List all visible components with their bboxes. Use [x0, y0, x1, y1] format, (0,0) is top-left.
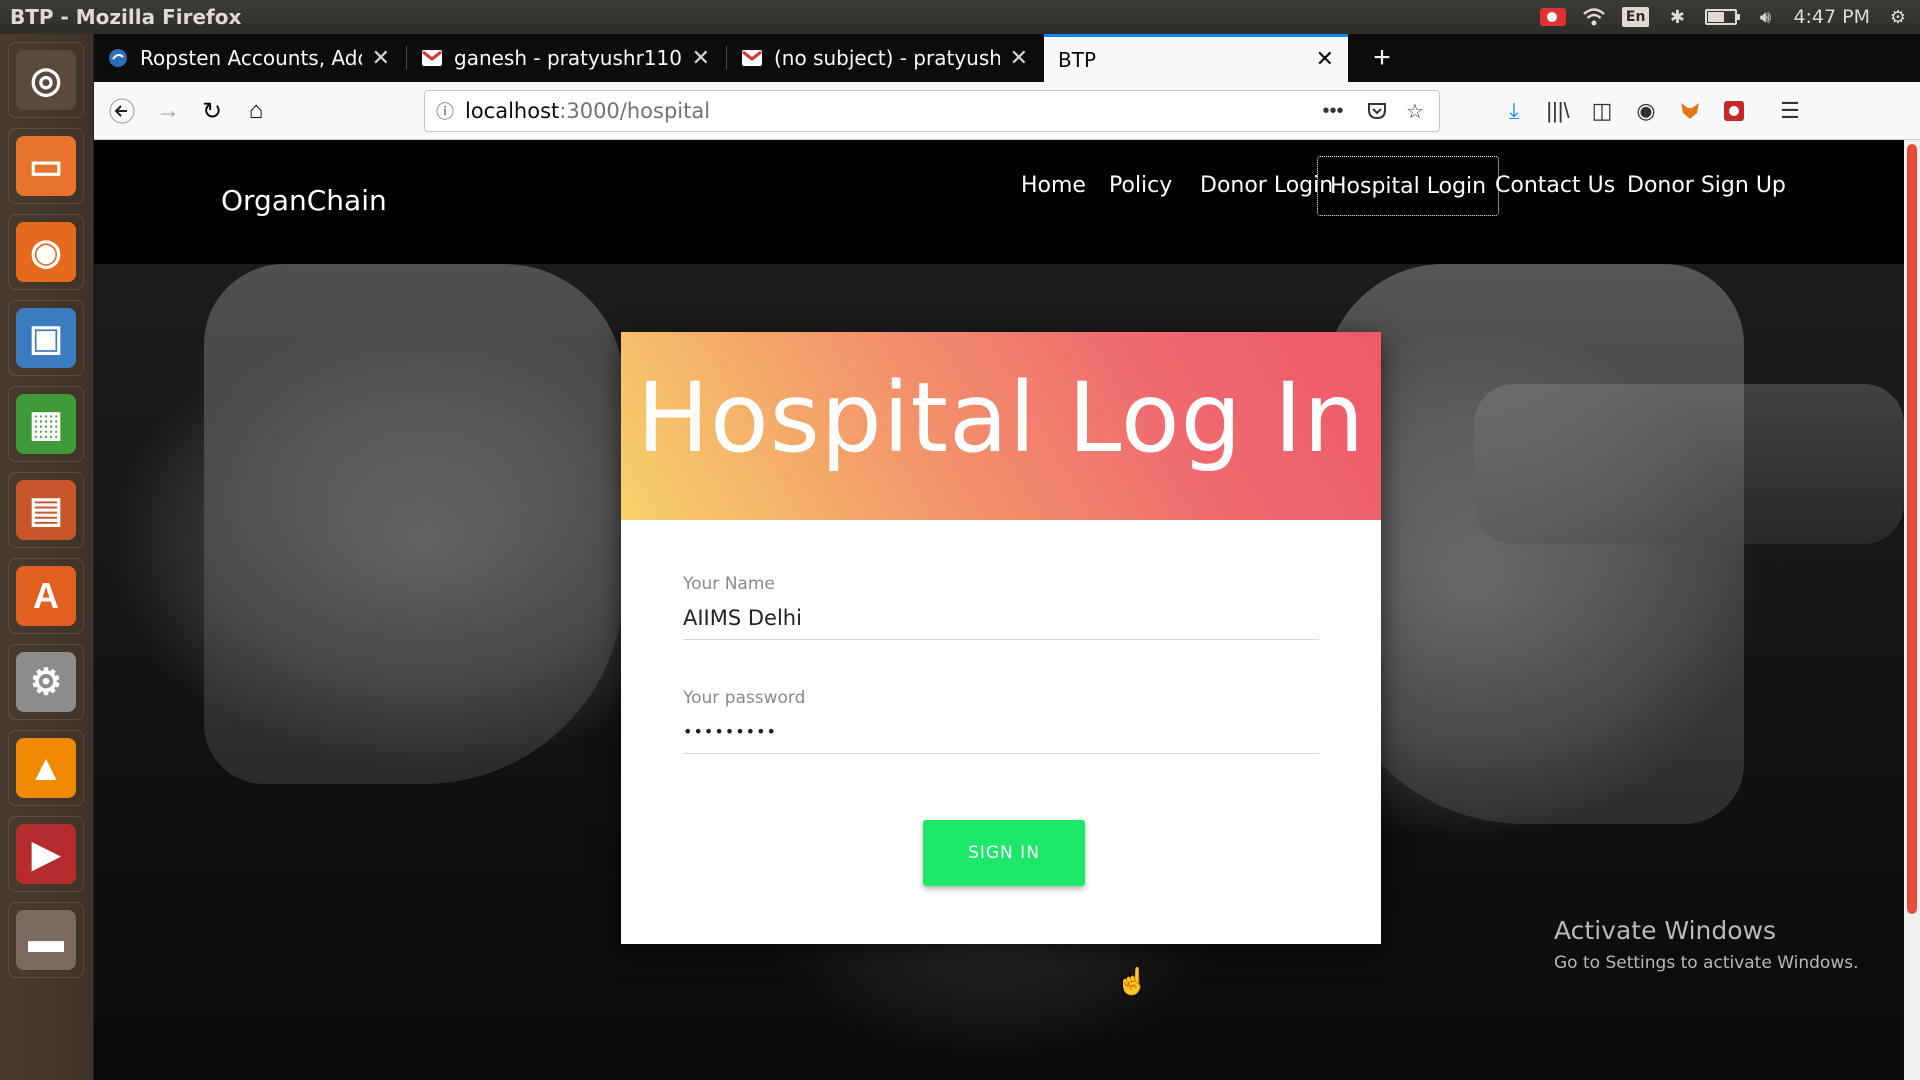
software-center-glyph: A — [16, 566, 76, 626]
bookmark-star-icon[interactable]: ☆ — [1397, 91, 1433, 131]
account-icon[interactable]: ◉ — [1626, 91, 1666, 131]
mouse-cursor-icon: ☝ — [1116, 966, 1149, 996]
url-text[interactable]: localhost:3000/hospital — [465, 99, 710, 123]
clock[interactable]: 4:47 PM — [1793, 6, 1870, 28]
password-field-label: Your password — [683, 688, 806, 708]
hamburger-menu-icon[interactable]: ☰ — [1770, 91, 1810, 131]
gmail-icon — [422, 48, 442, 68]
unity-launcher: ◎ ▭ ◉ ▣ ▦ ▤ A ⚙ ▲ ▶ ▬ — [0, 34, 94, 1080]
library-icon[interactable]: |||\ — [1538, 91, 1578, 131]
forward-button[interactable]: → — [148, 91, 188, 131]
launcher-image-viewer-icon[interactable]: ▣ — [8, 300, 84, 376]
ubuntu-dash-glyph: ◎ — [16, 50, 76, 110]
navigation-toolbar: → ↻ ⌂ ⓘ localhost:3000/hospital ••• ☆ ⤓ … — [94, 82, 1920, 140]
nav-policy[interactable]: Policy — [1097, 156, 1184, 216]
nav-contact-us[interactable]: Contact Us — [1483, 156, 1627, 216]
page-scrollbar[interactable] — [1904, 140, 1920, 1080]
page-actions-icon[interactable]: ••• — [1315, 91, 1351, 131]
launcher-system-settings-icon[interactable]: ⚙ — [8, 644, 84, 720]
libreoffice-impress-glyph: ▤ — [16, 480, 76, 540]
close-tab-icon[interactable]: ✕ — [1010, 46, 1028, 71]
reload-button[interactable]: ↻ — [192, 91, 232, 131]
web-page: OrganChain Home Policy Donor Login Hospi… — [94, 140, 1904, 1080]
login-card: Hospital Log In Your Name Your password … — [621, 332, 1381, 944]
sign-in-button[interactable]: SIGN IN — [923, 820, 1085, 886]
battery-icon[interactable] — [1705, 5, 1741, 29]
watermark-subtitle: Go to Settings to activate Windows. — [1554, 953, 1859, 973]
wifi-icon[interactable] — [1582, 5, 1606, 29]
libreoffice-calc-glyph: ▦ — [16, 394, 76, 454]
left-hand-shape — [204, 264, 624, 784]
launcher-ubuntu-dash-icon[interactable]: ◎ — [8, 42, 84, 118]
scanner-glyph: ▬ — [16, 910, 76, 970]
wrist-shape — [1474, 384, 1904, 544]
metamask-fox-icon[interactable] — [1670, 91, 1710, 131]
extension-icon[interactable] — [1714, 91, 1754, 131]
volume-icon[interactable]: 🔊︎ — [1753, 5, 1777, 29]
url-bar[interactable]: ⓘ localhost:3000/hospital ••• ☆ — [424, 90, 1440, 132]
password-field[interactable] — [683, 710, 1319, 754]
new-tab-button[interactable]: + — [1360, 34, 1404, 82]
gear-icon[interactable]: ⚙ — [1886, 5, 1910, 29]
pdf-reader-glyph: ▶ — [16, 824, 76, 884]
tab-gmail-ganesh[interactable]: ganesh - pratyushr1102 ✕ — [408, 34, 724, 82]
launcher-vlc-icon[interactable]: ▲ — [8, 730, 84, 806]
launcher-firefox-icon[interactable]: ◉ — [8, 214, 84, 290]
watermark-title: Activate Windows — [1554, 916, 1776, 945]
window-title: BTP - Mozilla Firefox — [10, 5, 242, 29]
site-navbar: OrganChain Home Policy Donor Login Hospi… — [94, 140, 1904, 264]
vlc-glyph: ▲ — [16, 738, 76, 798]
close-tab-icon[interactable]: ✕ — [372, 46, 390, 71]
right-hand-shape — [1324, 264, 1744, 824]
etherscan-favicon-icon — [108, 48, 128, 68]
page-title: Hospital Log In — [636, 362, 1366, 474]
home-button[interactable]: ⌂ — [236, 91, 276, 131]
sidebar-icon[interactable]: ◫ — [1582, 91, 1622, 131]
bluetooth-icon[interactable]: ✱ — [1665, 5, 1689, 29]
files-glyph: ▭ — [16, 136, 76, 196]
launcher-libreoffice-calc-icon[interactable]: ▦ — [8, 386, 84, 462]
close-tab-icon[interactable]: ✕ — [1316, 47, 1334, 72]
system-settings-glyph: ⚙ — [16, 652, 76, 712]
tab-ropsten[interactable]: Ropsten Accounts, Addr ✕ — [94, 34, 404, 82]
system-tray: En ✱ 🔊︎ 4:47 PM ⚙ — [1539, 0, 1910, 34]
launcher-software-center-icon[interactable]: A — [8, 558, 84, 634]
pocket-icon[interactable] — [1359, 91, 1395, 131]
scrollbar-thumb[interactable] — [1907, 144, 1917, 914]
back-button[interactable] — [102, 91, 142, 131]
screen-recorder-icon[interactable] — [1539, 5, 1566, 29]
tab-btp[interactable]: BTP ✕ — [1044, 34, 1348, 82]
image-viewer-glyph: ▣ — [16, 308, 76, 368]
activate-windows-watermark: Activate Windows Go to Settings to activ… — [1554, 916, 1859, 973]
firefox-glyph: ◉ — [16, 222, 76, 282]
launcher-scanner-icon[interactable]: ▬ — [8, 902, 84, 978]
battery-level-fill — [1708, 12, 1725, 22]
nav-hospital-login[interactable]: Hospital Login — [1317, 156, 1500, 216]
system-top-bar: BTP - Mozilla Firefox En ✱ 🔊︎ 4:47 PM ⚙ — [0, 0, 1920, 34]
name-field-label: Your Name — [683, 574, 775, 594]
nav-donor-sign-up[interactable]: Donor Sign Up — [1615, 156, 1798, 216]
name-field[interactable] — [683, 596, 1319, 640]
site-brand[interactable]: OrganChain — [221, 184, 387, 217]
gmail-icon — [742, 48, 762, 68]
launcher-files-icon[interactable]: ▭ — [8, 128, 84, 204]
site-info-icon[interactable]: ⓘ — [425, 98, 465, 124]
keyboard-language-indicator[interactable]: En — [1621, 5, 1650, 29]
tab-gmail-no-subject[interactable]: (no subject) - pratyushr1 ✕ — [728, 34, 1042, 82]
launcher-libreoffice-impress-icon[interactable]: ▤ — [8, 472, 84, 548]
tab-strip: Ropsten Accounts, Addr ✕ ganesh - pratyu… — [94, 34, 1920, 82]
launcher-pdf-reader-icon[interactable]: ▶ — [8, 816, 84, 892]
close-tab-icon[interactable]: ✕ — [692, 46, 710, 71]
login-card-header: Hospital Log In — [621, 332, 1381, 520]
nav-home[interactable]: Home — [1009, 156, 1098, 216]
download-icon[interactable]: ⤓ — [1494, 91, 1534, 131]
